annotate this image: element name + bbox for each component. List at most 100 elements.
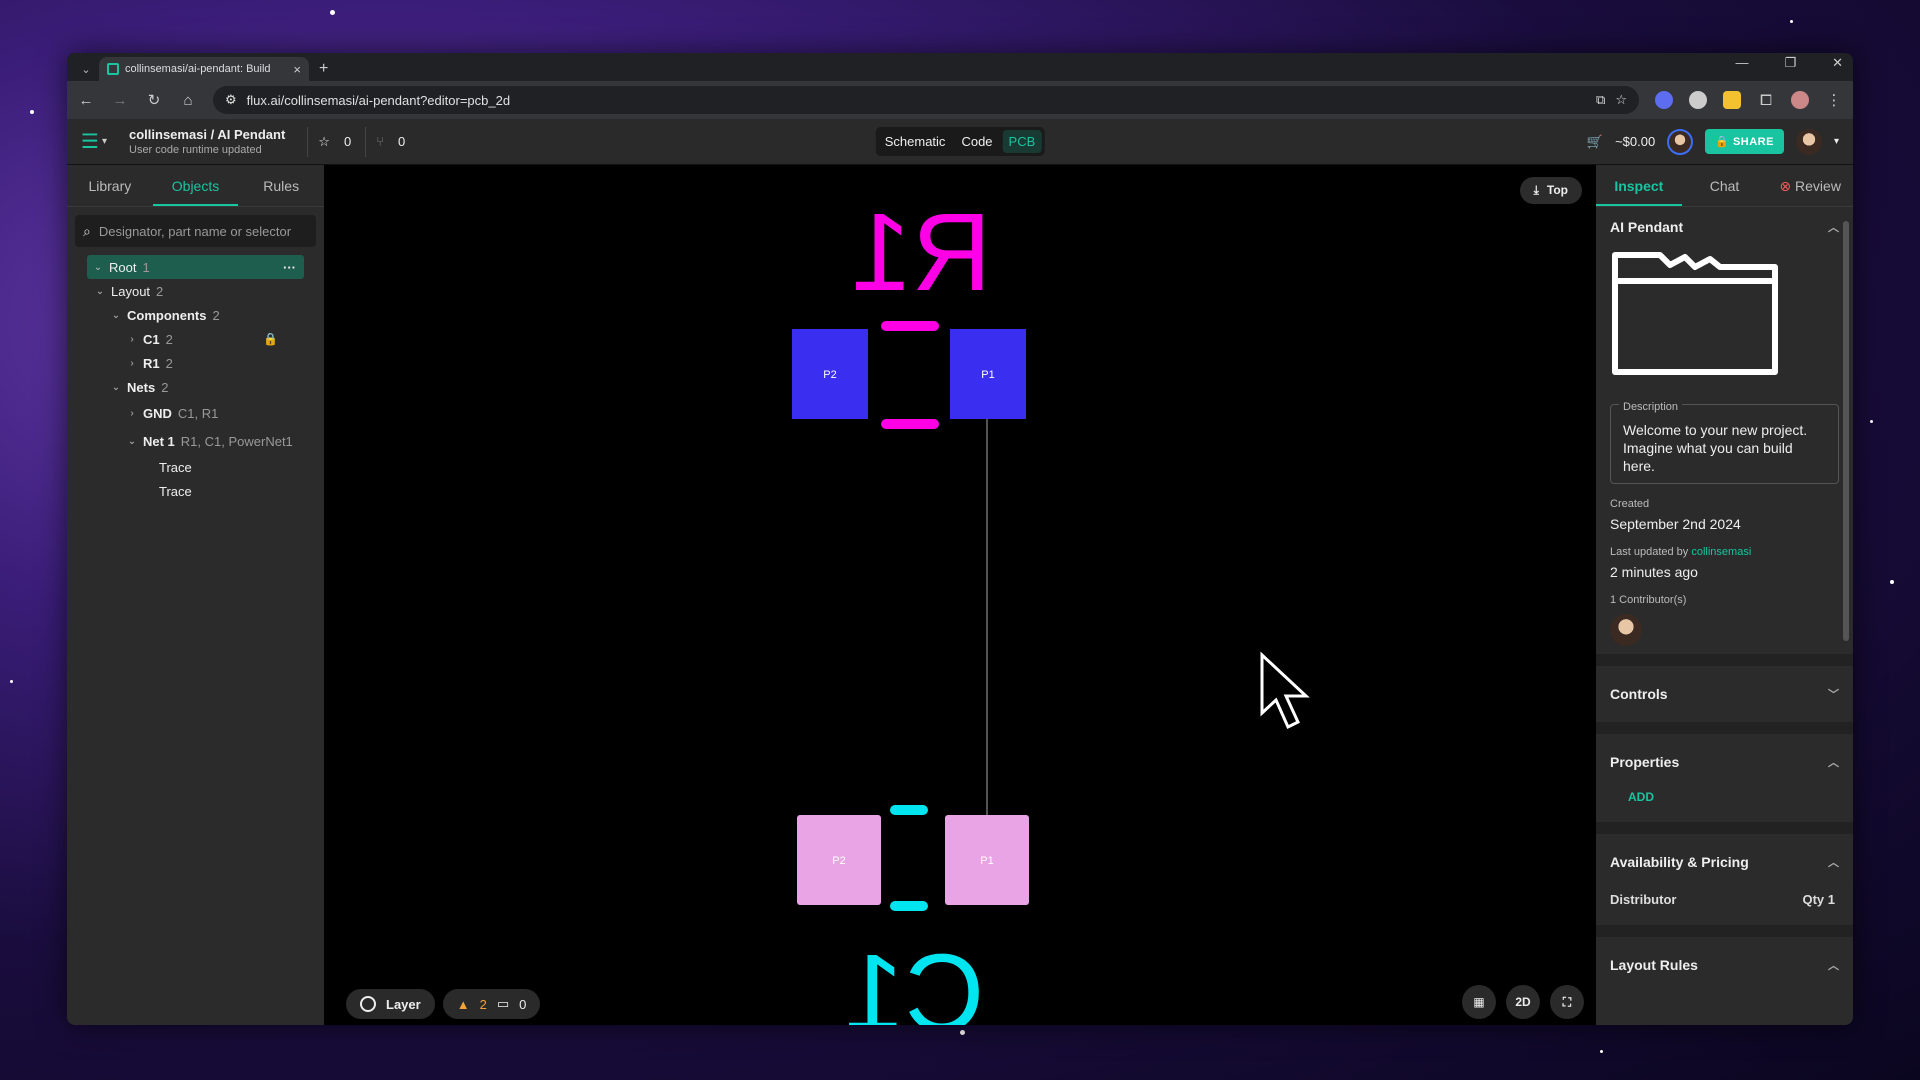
chevron-down-icon[interactable]: ⌄ bbox=[111, 310, 121, 321]
tree-node-label: R1 bbox=[143, 355, 160, 371]
layer-circle-icon bbox=[360, 996, 376, 1012]
collaborator-avatar[interactable] bbox=[1667, 128, 1694, 155]
panel-scrollbar[interactable] bbox=[1843, 221, 1849, 641]
warnings-button[interactable]: ▲ 2 ▭ 0 bbox=[442, 989, 541, 1019]
tree-node-count: 2 bbox=[161, 379, 169, 395]
tab-inspect[interactable]: Inspect bbox=[1596, 165, 1682, 206]
tab-library[interactable]: Library bbox=[67, 165, 153, 206]
project-path[interactable]: collinsemasi / AI Pendant bbox=[129, 127, 285, 142]
created-label: Created bbox=[1610, 498, 1650, 510]
r1-pad-p1-label: P1 bbox=[981, 369, 994, 381]
new-tab-icon[interactable]: + bbox=[309, 60, 338, 81]
tab-rules[interactable]: Rules bbox=[238, 165, 324, 206]
c1-designator[interactable]: C1 bbox=[844, 932, 985, 1025]
chevron-down-icon[interactable]: ⌄ bbox=[93, 262, 103, 273]
share-button[interactable]: 🔒 SHARE bbox=[1705, 129, 1784, 154]
chevron-up-icon[interactable]: ︿ bbox=[1828, 219, 1839, 235]
chevron-down-icon[interactable]: ⌄ bbox=[111, 382, 121, 393]
close-tab-icon[interactable]: × bbox=[293, 62, 301, 77]
browser-menu-icon[interactable]: ⋮ bbox=[1825, 91, 1843, 109]
qty-label[interactable]: Qty 1 bbox=[1802, 892, 1835, 907]
distributor-label: Distributor bbox=[1610, 892, 1677, 907]
tree-node-count: 2 bbox=[212, 307, 220, 323]
tree-node-components[interactable]: ⌄ Components 2 bbox=[67, 303, 324, 327]
url-field[interactable]: ⚙ flux.ai/collinsemasi/ai-pendant?editor… bbox=[213, 86, 1639, 114]
chevron-up-icon[interactable]: ︿ bbox=[1828, 957, 1839, 973]
bookmark-star-icon[interactable]: ☆ bbox=[1615, 92, 1627, 108]
maximize-icon[interactable]: ❐ bbox=[1784, 55, 1796, 71]
mode-schematic[interactable]: Schematic bbox=[879, 130, 952, 153]
browser-tabstrip: ⌄ collinsemasi/ai-pendant: Build × + — ❐… bbox=[67, 53, 1853, 81]
star-button[interactable]: ☆ 0 bbox=[307, 126, 361, 157]
controls-section-header[interactable]: Controls ﹀ bbox=[1610, 674, 1839, 714]
forward-icon[interactable]: → bbox=[111, 92, 129, 109]
install-app-icon[interactable]: ⧉ bbox=[1596, 92, 1605, 108]
user-avatar[interactable] bbox=[1795, 128, 1822, 155]
chevron-right-icon[interactable]: › bbox=[127, 408, 137, 419]
tab-search-icon[interactable]: ⌄ bbox=[73, 57, 99, 81]
minimize-icon[interactable]: — bbox=[1735, 55, 1748, 71]
chevron-down-icon[interactable]: ⌄ bbox=[95, 286, 105, 297]
project-section-header[interactable]: AI Pendant ︿ bbox=[1610, 207, 1839, 247]
view-side-button[interactable]: ⤓ Top bbox=[1519, 177, 1582, 204]
tab-review-label: Review bbox=[1795, 178, 1841, 194]
tree-node-label: Trace bbox=[159, 459, 192, 475]
chevron-up-icon[interactable]: ︿ bbox=[1828, 754, 1839, 770]
back-icon[interactable]: ← bbox=[77, 92, 95, 109]
extensions-puzzle-icon[interactable]: ⧠ bbox=[1757, 92, 1775, 109]
browser-tab[interactable]: collinsemasi/ai-pendant: Build × bbox=[99, 57, 309, 81]
lock-icon[interactable]: 🔒 bbox=[263, 332, 278, 346]
user-menu-chevron-icon[interactable]: ▾ bbox=[1834, 136, 1839, 147]
cost-display[interactable]: ~$0.00 bbox=[1615, 134, 1655, 149]
more-options-icon[interactable]: ··· bbox=[283, 260, 296, 275]
fork-button[interactable]: ⑂ 0 bbox=[365, 126, 415, 157]
profile-avatar[interactable] bbox=[1791, 91, 1809, 109]
tree-node-gnd[interactable]: › GND C1, R1 bbox=[67, 399, 324, 427]
site-settings-icon[interactable]: ⚙ bbox=[225, 92, 237, 108]
close-window-icon[interactable]: ✕ bbox=[1832, 55, 1843, 71]
home-icon[interactable]: ⌂ bbox=[179, 92, 197, 109]
mode-pcb[interactable]: PCB bbox=[1002, 130, 1042, 153]
properties-section-header[interactable]: Properties ︿ bbox=[1610, 742, 1839, 782]
view-mode-toggle[interactable]: 2D bbox=[1506, 985, 1540, 1019]
tree-node-nets[interactable]: ⌄ Nets 2 bbox=[67, 375, 324, 399]
contributor-avatar[interactable] bbox=[1610, 614, 1642, 646]
mode-code[interactable]: Code bbox=[955, 130, 998, 153]
tab-objects[interactable]: Objects bbox=[152, 165, 239, 206]
pcb-canvas[interactable]: R1 P2 P1 P2 P1 C1 ⤓ Top Layer ▲ 2 ▭ 0 ▦ … bbox=[324, 165, 1596, 1025]
tree-node-trace[interactable]: Trace bbox=[67, 455, 324, 479]
tree-node-layout[interactable]: ⌄ Layout 2 bbox=[67, 279, 324, 303]
tree-node-c1[interactable]: › C1 2 🔒 bbox=[67, 327, 324, 351]
tree-node-net1[interactable]: ⌄ Net 1 R1, C1, PowerNet1 bbox=[67, 427, 324, 455]
r1-silk-top bbox=[881, 321, 939, 331]
fullscreen-icon[interactable]: ⛶ bbox=[1550, 985, 1584, 1019]
chevron-right-icon[interactable]: › bbox=[127, 358, 137, 369]
chevron-down-icon[interactable]: ﹀ bbox=[1828, 686, 1839, 702]
object-search-input[interactable] bbox=[98, 223, 308, 239]
chevron-up-icon[interactable]: ︿ bbox=[1828, 854, 1839, 870]
r1-designator[interactable]: R1 bbox=[851, 191, 992, 314]
tree-node-r1[interactable]: › R1 2 bbox=[67, 351, 324, 375]
extension-icon[interactable] bbox=[1655, 91, 1673, 109]
reload-icon[interactable]: ↻ bbox=[145, 91, 163, 109]
layer-button[interactable]: Layer bbox=[346, 989, 435, 1019]
grid-icon[interactable]: ▦ bbox=[1462, 985, 1496, 1019]
tab-review[interactable]: ⊗ Review bbox=[1767, 165, 1853, 206]
tree-node-root[interactable]: ⌄ Root 1 ··· bbox=[87, 255, 304, 279]
layout-rules-section-header[interactable]: Layout Rules ︿ bbox=[1610, 945, 1839, 985]
chevron-right-icon[interactable]: › bbox=[127, 334, 137, 345]
extension-icon[interactable] bbox=[1723, 91, 1741, 109]
pcb-board: R1 P2 P1 P2 P1 C1 bbox=[792, 191, 1310, 1025]
tab-chat[interactable]: Chat bbox=[1682, 165, 1768, 206]
cart-icon[interactable]: 🛒 bbox=[1587, 134, 1603, 150]
tree-node-count: R1, C1, PowerNet1 bbox=[180, 433, 293, 449]
chevron-down-icon[interactable]: ⌄ bbox=[127, 436, 137, 447]
address-bar: ← → ↻ ⌂ ⚙ flux.ai/collinsemasi/ai-pendan… bbox=[67, 81, 1853, 119]
updated-by-link[interactable]: collinsemasi bbox=[1691, 546, 1751, 558]
add-property-button[interactable]: ADD bbox=[1610, 782, 1839, 814]
flux-logo-icon[interactable]: ☰ ▾ bbox=[81, 129, 119, 154]
extension-icon[interactable] bbox=[1689, 91, 1707, 109]
tree-node-trace[interactable]: Trace bbox=[67, 479, 324, 503]
description-field[interactable]: Description Welcome to your new project.… bbox=[1610, 398, 1839, 484]
availability-section-header[interactable]: Availability & Pricing ︿ bbox=[1610, 842, 1839, 882]
